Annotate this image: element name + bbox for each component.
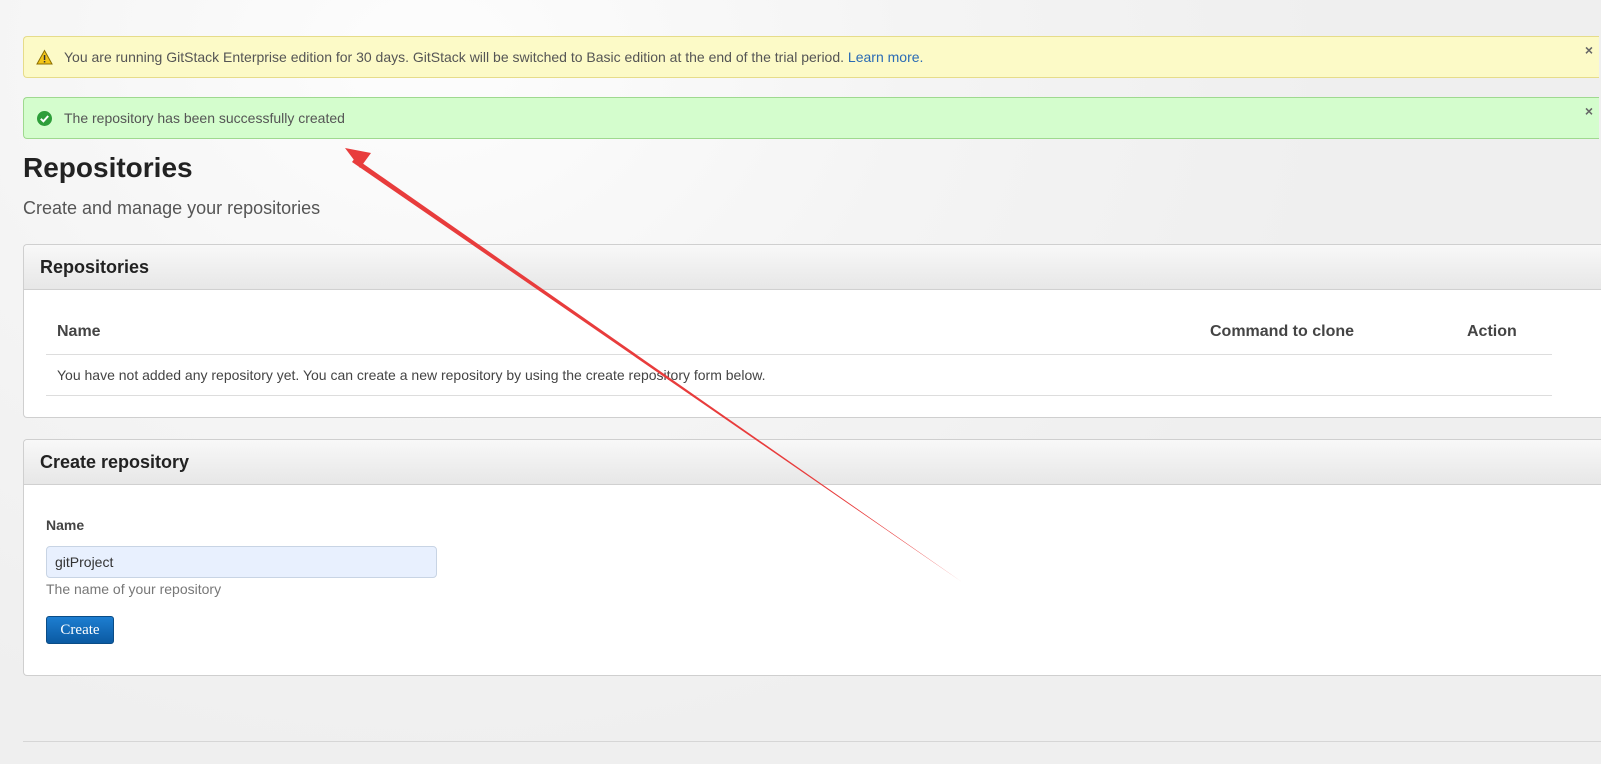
name-help-text: The name of your repository — [46, 581, 222, 597]
repositories-panel-title: Repositories — [24, 245, 1601, 290]
column-action: Action — [1456, 309, 1552, 355]
repositories-table: Name Command to clone Action You have no… — [46, 309, 1552, 396]
close-warning-icon[interactable]: × — [1585, 43, 1593, 57]
empty-table-message: You have not added any repository yet. Y… — [46, 354, 1552, 396]
close-success-icon[interactable]: × — [1585, 104, 1593, 118]
check-circle-icon — [36, 110, 53, 127]
repository-name-input[interactable] — [46, 546, 437, 578]
learn-more-link[interactable]: Learn more. — [848, 49, 923, 65]
annotation-arrow-head — [345, 148, 371, 168]
trial-warning-text: You are running GitStack Enterprise edit… — [64, 49, 924, 65]
table-header-row: Name Command to clone Action — [46, 309, 1552, 355]
trial-warning-alert: You are running GitStack Enterprise edit… — [23, 36, 1599, 78]
column-name: Name — [46, 309, 1199, 355]
column-command-to-clone: Command to clone — [1199, 309, 1456, 355]
create-repository-panel-title: Create repository — [24, 440, 1601, 485]
page-subtitle: Create and manage your repositories — [23, 198, 321, 218]
create-button[interactable]: Create — [46, 616, 114, 644]
success-alert: The repository has been successfully cre… — [23, 97, 1599, 139]
create-repository-panel: Create repository Name The name of your … — [23, 439, 1601, 676]
name-label: Name — [46, 517, 85, 533]
repositories-panel: Repositories Name Command to clone Actio… — [23, 244, 1601, 418]
footer-divider — [23, 741, 1601, 742]
table-row: You have not added any repository yet. Y… — [46, 354, 1552, 396]
page-title: Repositories — [23, 152, 193, 183]
warning-triangle-icon — [36, 48, 53, 66]
success-text: The repository has been successfully cre… — [64, 110, 345, 126]
